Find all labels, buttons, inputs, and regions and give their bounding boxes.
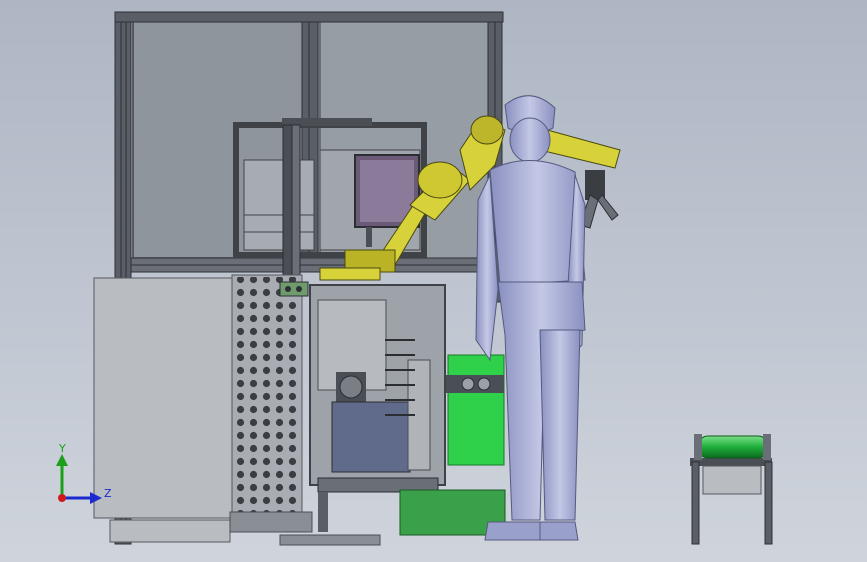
triad-y-label: Y [58,442,66,455]
cad-viewport[interactable]: Y Z [0,0,867,562]
triad-z-label: Z [104,487,112,500]
triad-origin [58,494,66,502]
electrical-cabinet [93,274,313,543]
top-beam [114,11,504,23]
green-panel [447,354,505,466]
